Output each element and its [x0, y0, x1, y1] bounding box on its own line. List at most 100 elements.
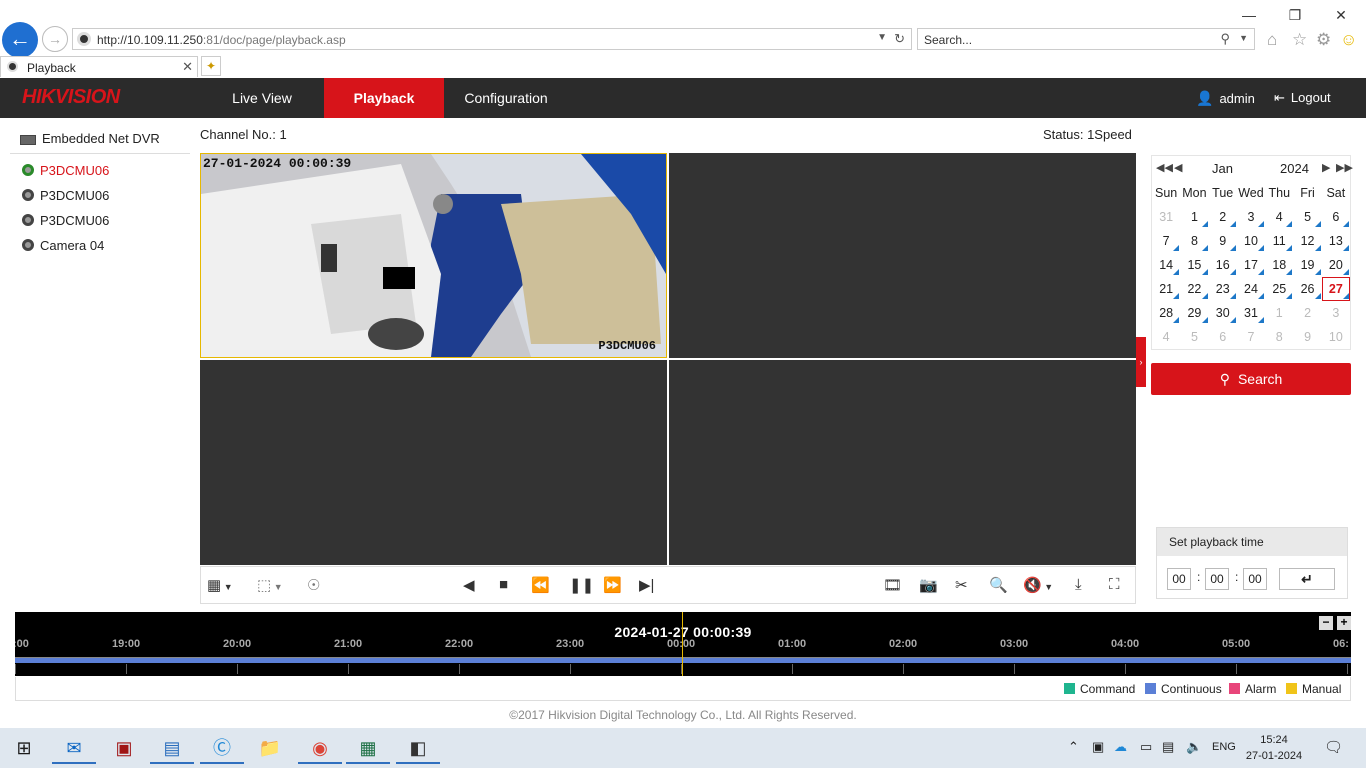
search-icon[interactable]: ⚲: [1220, 31, 1230, 47]
fast-forward-icon[interactable]: ⏩: [603, 576, 622, 594]
video-pane-3[interactable]: [200, 360, 667, 565]
calendar-day[interactable]: 20: [1322, 253, 1350, 277]
forward-button[interactable]: →: [42, 26, 68, 52]
notifications-icon[interactable]: 🗨: [1324, 738, 1343, 756]
camera-item[interactable]: Camera 04: [22, 238, 104, 256]
calendar-day[interactable]: 28: [1152, 301, 1180, 325]
calendar-day[interactable]: 19: [1293, 253, 1321, 277]
close-window-button[interactable]: ✕: [1318, 4, 1364, 26]
notes-app-icon[interactable]: ◧: [396, 732, 440, 764]
calendar-day[interactable]: 7: [1152, 229, 1180, 253]
calendar-year[interactable]: 2024: [1280, 161, 1309, 176]
calendar-day[interactable]: 6: [1322, 205, 1350, 229]
fullscreen-icon[interactable]: ⛶: [1109, 576, 1120, 593]
browser-search-input[interactable]: Search... ⚲ ▼: [917, 28, 1255, 50]
video-pane-1[interactable]: 27-01-2024 00:00:39 P3DCMU06: [200, 153, 667, 358]
calendar-day[interactable]: 10: [1237, 229, 1265, 253]
prev-year-icon[interactable]: ◀◀: [1156, 161, 1173, 174]
language-indicator[interactable]: ENG: [1212, 741, 1236, 753]
logout-button[interactable]: ⇤ Logout: [1274, 78, 1331, 118]
calendar-day-other-month[interactable]: 7: [1237, 325, 1265, 349]
clip-scissors-icon[interactable]: ✂: [955, 576, 968, 594]
collapse-side-panel-button[interactable]: ›: [1136, 337, 1146, 387]
calendar-day[interactable]: 18: [1265, 253, 1293, 277]
search-button[interactable]: ⚲ Search: [1151, 363, 1351, 395]
calendar-day-other-month[interactable]: 4: [1152, 325, 1180, 349]
calendar-day[interactable]: 12: [1293, 229, 1321, 253]
volume-icon[interactable]: 🔈: [1186, 739, 1202, 755]
calendar-day[interactable]: 31: [1237, 301, 1265, 325]
calendar-month[interactable]: Jan: [1212, 161, 1233, 176]
calendar-day[interactable]: 4: [1265, 205, 1293, 229]
camera-item[interactable]: P3DCMU06: [22, 213, 109, 231]
stop-icon[interactable]: ■: [499, 576, 508, 593]
favorites-star-icon[interactable]: ☆: [1292, 30, 1307, 50]
download-icon[interactable]: ⤓: [1075, 576, 1082, 593]
close-tab-icon[interactable]: ✕: [182, 59, 193, 75]
capture-camera-icon[interactable]: 📷: [919, 576, 938, 594]
calendar-day[interactable]: 1: [1180, 205, 1208, 229]
calendar-day[interactable]: 26: [1293, 277, 1321, 301]
reverse-play-icon[interactable]: ◀: [463, 576, 475, 594]
second-input[interactable]: 00: [1243, 568, 1267, 590]
video-pane-2[interactable]: [669, 153, 1136, 358]
nav-playback[interactable]: Playback: [324, 78, 444, 118]
digital-zoom-icon[interactable]: 🔍: [989, 576, 1008, 594]
next-month-icon[interactable]: ▶: [1322, 161, 1330, 174]
calendar-day[interactable]: 29: [1180, 301, 1208, 325]
calendar-day[interactable]: 5: [1293, 205, 1321, 229]
calendar-day-other-month[interactable]: 6: [1209, 325, 1237, 349]
window-select-icon[interactable]: ⬚ ▼: [257, 576, 283, 594]
calendar-day[interactable]: 23: [1209, 277, 1237, 301]
search-dropdown-icon[interactable]: ▼: [1239, 33, 1248, 43]
calendar-day[interactable]: 14: [1152, 253, 1180, 277]
calendar-day[interactable]: 3: [1237, 205, 1265, 229]
timeline-zoom-out-button[interactable]: −: [1319, 616, 1333, 630]
refresh-icon[interactable]: ↻: [894, 31, 905, 47]
hour-input[interactable]: 00: [1167, 568, 1191, 590]
prev-month-icon[interactable]: ◀: [1174, 161, 1182, 174]
home-icon[interactable]: ⌂: [1267, 30, 1277, 50]
calendar-day-other-month[interactable]: 9: [1293, 325, 1321, 349]
app-76-icon[interactable]: ▣: [102, 732, 146, 764]
settings-gear-icon[interactable]: ⚙: [1316, 30, 1331, 50]
calendar-day[interactable]: 13: [1322, 229, 1350, 253]
minimize-button[interactable]: —: [1226, 4, 1272, 26]
battery-icon[interactable]: ▭: [1140, 739, 1152, 755]
calendar-day-other-month[interactable]: 3: [1322, 301, 1350, 325]
file-explorer-icon[interactable]: 📁: [248, 732, 292, 764]
chrome-icon[interactable]: ◉: [298, 732, 342, 764]
audio-mute-icon[interactable]: 🔇 ▼: [1023, 576, 1053, 594]
browser-tab[interactable]: Playback ✕: [0, 56, 198, 77]
outlook-app-icon[interactable]: ✉: [52, 732, 96, 764]
meet-now-icon[interactable]: ▣: [1092, 739, 1104, 755]
window-layout-icon[interactable]: ▦ ▼: [207, 576, 233, 594]
slow-forward-icon[interactable]: ⏪: [531, 576, 550, 594]
camera-item[interactable]: P3DCMU06: [22, 188, 109, 206]
clock[interactable]: 15:24 27-01-2024: [1244, 732, 1304, 764]
window-app-icon[interactable]: ▤: [150, 732, 194, 764]
calendar-day[interactable]: 16: [1209, 253, 1237, 277]
calendar-day[interactable]: 22: [1180, 277, 1208, 301]
new-tab-button[interactable]: ✦: [201, 56, 221, 76]
calendar-day-other-month[interactable]: 10: [1322, 325, 1350, 349]
calendar-day-other-month[interactable]: 1: [1265, 301, 1293, 325]
calendar-day[interactable]: 25: [1265, 277, 1293, 301]
calendar-day[interactable]: 30: [1209, 301, 1237, 325]
calendar-day[interactable]: 15: [1180, 253, 1208, 277]
network-icon[interactable]: ▤: [1162, 739, 1174, 755]
clip-stop-all-icon[interactable]: 🎞: [883, 576, 902, 594]
onedrive-icon[interactable]: ☁: [1114, 739, 1127, 755]
stream-icon[interactable]: ☉: [307, 576, 320, 594]
calendar-day-other-month[interactable]: 31: [1152, 205, 1180, 229]
timeline[interactable]: 2024-01-27 00:00:39 − + :0019:0020:0021:…: [15, 612, 1351, 676]
show-hidden-icons-icon[interactable]: ⌃: [1068, 739, 1079, 755]
address-bar[interactable]: http://10.109.11.250:81/doc/page/playbac…: [72, 28, 912, 50]
address-dropdown-icon[interactable]: ▼: [877, 32, 887, 43]
frame-forward-icon[interactable]: ▶|: [639, 576, 654, 594]
calendar-day[interactable]: 8: [1180, 229, 1208, 253]
calendar-day[interactable]: 17: [1237, 253, 1265, 277]
internet-explorer-icon[interactable]: Ⓒ: [200, 732, 244, 764]
restore-button[interactable]: ❐: [1272, 4, 1318, 26]
pause-icon[interactable]: ❚❚: [569, 576, 594, 594]
